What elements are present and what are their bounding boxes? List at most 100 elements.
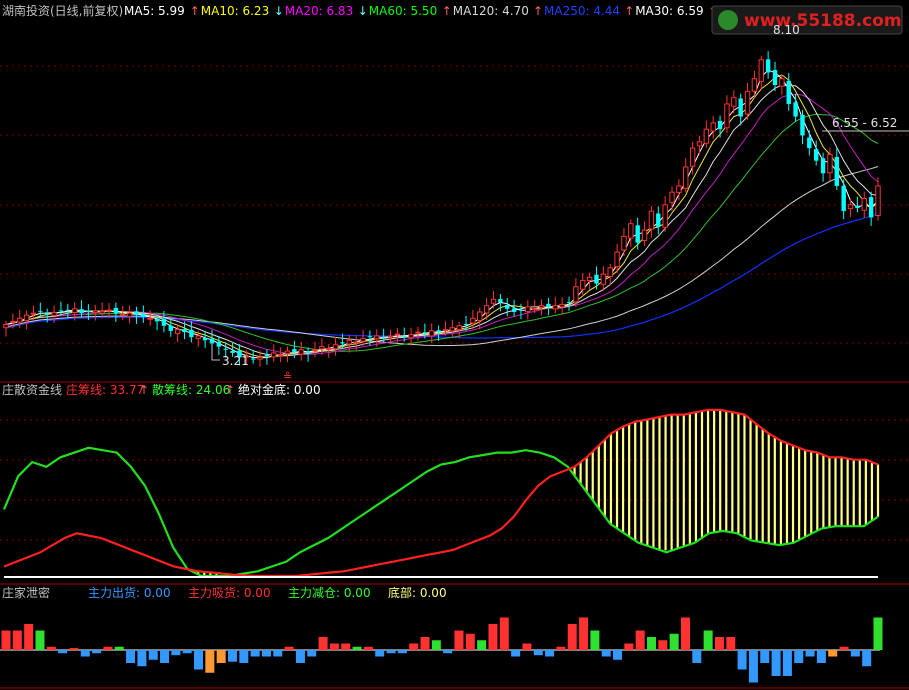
candle-body bbox=[779, 78, 785, 87]
candle-body bbox=[182, 329, 187, 333]
inflow-bar bbox=[873, 617, 883, 650]
candle-body bbox=[552, 305, 558, 310]
inflow-bar bbox=[658, 640, 668, 650]
candle-body bbox=[360, 337, 366, 342]
inflow-bar bbox=[12, 630, 22, 650]
candle-body bbox=[436, 330, 441, 333]
outflow-bar bbox=[375, 650, 385, 657]
candle-body bbox=[312, 349, 318, 352]
candle-body bbox=[586, 276, 593, 281]
candle-body bbox=[628, 223, 634, 239]
candle-body bbox=[387, 335, 394, 338]
high-price-label: 8.10 bbox=[773, 23, 800, 37]
candle-body bbox=[676, 185, 682, 193]
inflow-bar bbox=[647, 637, 657, 650]
outflow-bar bbox=[601, 650, 611, 657]
inflow-bar bbox=[103, 646, 113, 650]
outflow-bar bbox=[511, 650, 521, 657]
inflow-bar bbox=[714, 637, 724, 650]
outflow-bar bbox=[737, 650, 747, 670]
candle-body bbox=[621, 235, 627, 251]
candle-body bbox=[538, 305, 545, 308]
watermark-logo: www.55188.com bbox=[711, 5, 903, 35]
candle-body bbox=[689, 147, 696, 167]
candle-body bbox=[374, 335, 380, 340]
candle-body bbox=[580, 279, 586, 290]
ma-legend: MA5: 5.99 ↑ MA10: 6.23 ↓ MA20: 6.83 ↓ MA60: 5.… bbox=[124, 4, 795, 18]
inflow-bar bbox=[341, 643, 351, 650]
outflow-bar bbox=[613, 650, 623, 660]
inflow-bar bbox=[284, 646, 294, 650]
outflow-bar bbox=[771, 650, 781, 676]
candle-body bbox=[381, 337, 386, 339]
arrow-up-icon: ↑ bbox=[225, 383, 235, 397]
inflow-bar bbox=[669, 633, 679, 650]
inflow-bar bbox=[477, 640, 487, 650]
candle-body bbox=[120, 313, 126, 316]
candle-body bbox=[298, 349, 304, 355]
candle-body bbox=[126, 312, 133, 317]
candle-body bbox=[189, 329, 194, 338]
candle-body bbox=[800, 114, 805, 136]
range-price-label: 6.55 - 6.52 bbox=[832, 116, 897, 130]
outflow-bar bbox=[862, 650, 872, 667]
candle-body bbox=[271, 352, 277, 358]
candle-body bbox=[656, 213, 661, 227]
outflow-bar bbox=[805, 650, 815, 657]
outflow-bar bbox=[850, 650, 860, 657]
inflow-bar bbox=[726, 637, 736, 650]
arrow-down-icon: ↓ bbox=[358, 4, 368, 18]
legend-item: MA250: 4.44 bbox=[544, 4, 620, 18]
outflow-bar bbox=[239, 650, 249, 663]
candle-body bbox=[470, 317, 476, 324]
inflow-bar bbox=[556, 646, 566, 650]
outflow-bar bbox=[397, 650, 407, 654]
candle-body bbox=[614, 251, 620, 268]
candle-body bbox=[86, 310, 91, 312]
stock-chart-canvas[interactable]: ≗ 湖南投资(日线,前复权) MA5: 5.99 ↑ MA10: 6.23 ↓ MA20… bbox=[0, 0, 909, 690]
candle-body bbox=[827, 153, 833, 174]
fund-legend: 庄筹线: 33.77↑ 散筹线: 24.06↑ 绝对金底: 0.00 bbox=[66, 382, 321, 397]
outflow-bar bbox=[816, 650, 826, 663]
low-price-label: 3.21 bbox=[222, 354, 249, 368]
candle-body bbox=[326, 348, 332, 351]
candle-body bbox=[195, 335, 201, 339]
candle-body bbox=[744, 90, 751, 115]
candle-body bbox=[408, 334, 414, 339]
candle-body bbox=[292, 349, 297, 353]
outflow-bar bbox=[692, 650, 702, 663]
candle-body bbox=[641, 229, 648, 241]
outflow-bar bbox=[307, 650, 317, 657]
security-title: 湖南投资(日线,前复权) bbox=[2, 3, 123, 18]
candle-body bbox=[772, 70, 778, 86]
candle-body bbox=[518, 309, 524, 311]
candle-body bbox=[717, 120, 723, 130]
secret-bars-panel[interactable] bbox=[0, 617, 883, 683]
outflow-bar bbox=[794, 650, 804, 663]
candle-body bbox=[807, 137, 812, 149]
candle-body bbox=[696, 141, 703, 147]
candle-body bbox=[758, 59, 764, 82]
fund-line-panel[interactable] bbox=[2, 408, 880, 578]
candle-body bbox=[683, 166, 689, 189]
candle-body bbox=[250, 358, 256, 360]
candle-body bbox=[703, 128, 710, 144]
arrow-up-icon: ↑ bbox=[139, 383, 149, 397]
candle-body bbox=[209, 338, 215, 344]
candle-body bbox=[168, 325, 173, 331]
inflow-bar bbox=[409, 643, 419, 650]
candle-body bbox=[483, 305, 490, 314]
price-kline-panel[interactable]: ≗ bbox=[3, 51, 909, 383]
candle-body bbox=[257, 356, 263, 360]
candle-body bbox=[353, 341, 359, 344]
red-marker-icon: ≗ bbox=[283, 370, 292, 383]
arrow-up-icon: ↑ bbox=[442, 4, 452, 18]
candle-body bbox=[662, 204, 668, 228]
candle-body bbox=[394, 333, 401, 336]
candle-body bbox=[147, 317, 153, 320]
outflow-bar bbox=[171, 650, 181, 656]
candle-body bbox=[498, 299, 503, 303]
candle-body bbox=[113, 307, 119, 314]
candle-body bbox=[505, 305, 510, 309]
candle-body bbox=[511, 308, 517, 312]
